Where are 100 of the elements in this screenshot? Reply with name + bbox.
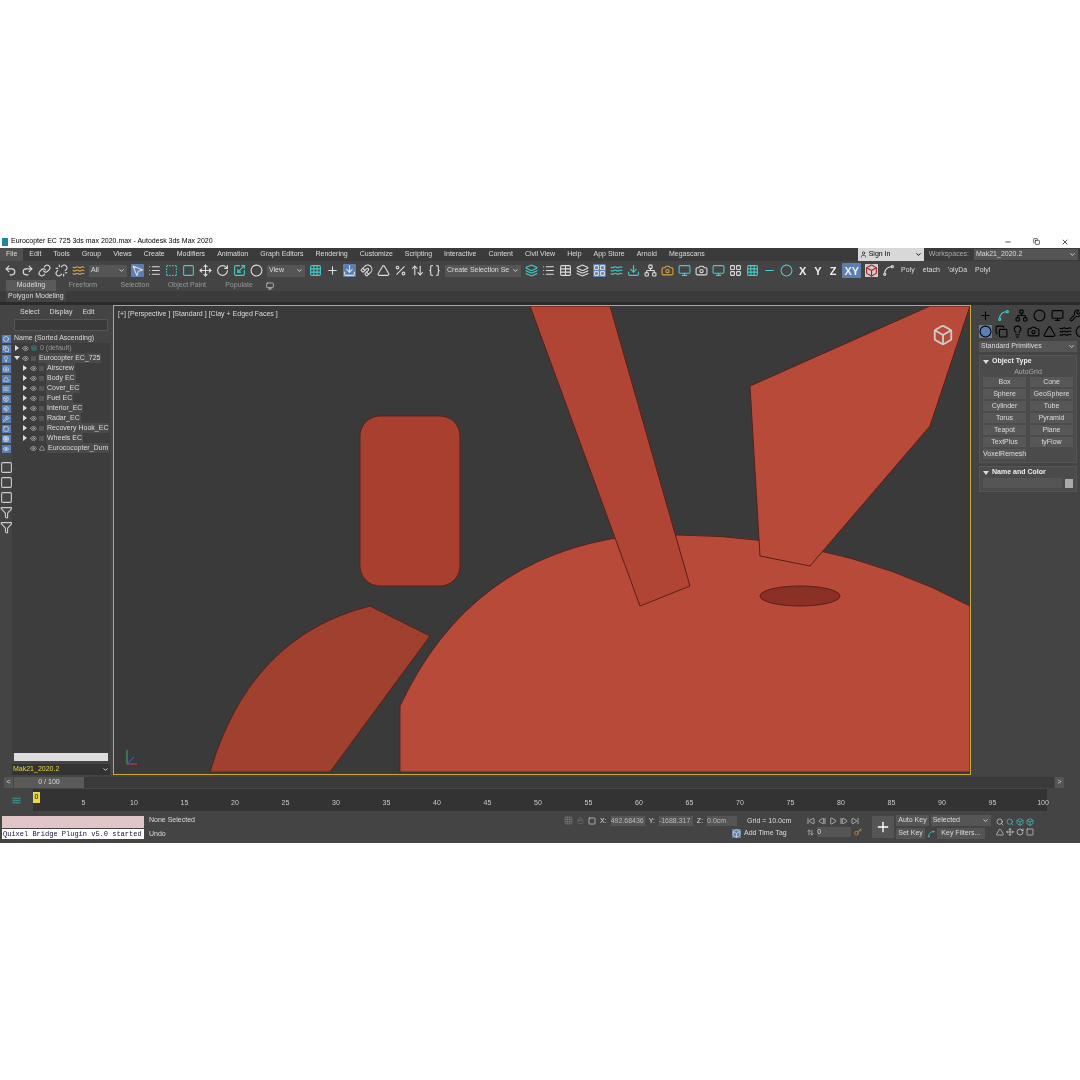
explorer-filter-icon[interactable] [1,375,11,383]
expand-arrow-icon[interactable] [14,345,20,351]
filter-icon[interactable] [0,521,13,534]
visibility-icon[interactable] [30,374,37,382]
axis-constraint-button[interactable]: X [797,263,809,278]
expand-arrow-icon[interactable] [14,355,20,361]
ribbon-options-icon[interactable] [266,281,274,290]
dashed-circle-icon[interactable] [780,264,793,277]
user-icon[interactable] [859,251,867,258]
visibility-icon[interactable] [22,344,29,352]
play-icon[interactable] [829,817,838,825]
placement-icon[interactable] [250,264,263,277]
zoom-extents-all-icon[interactable] [1025,818,1034,826]
explorer-filter-icon[interactable] [1,335,11,343]
expand-arrow-icon[interactable] [22,375,28,381]
curve-editor-icon[interactable] [610,264,623,277]
spinner-snap-icon[interactable] [411,264,424,277]
move-icon[interactable] [199,264,212,277]
expand-arrow-icon[interactable] [22,415,28,421]
visibility-icon[interactable] [30,384,37,392]
next-key-icon[interactable] [840,817,849,825]
visibility-icon[interactable] [30,444,37,452]
select-by-name-icon[interactable] [148,264,161,277]
go-to-end-icon[interactable] [851,817,860,825]
go-to-start-icon[interactable] [807,817,816,825]
visibility-icon[interactable] [30,434,37,442]
select-object-icon[interactable] [131,264,144,277]
rendered-frame-icon[interactable] [678,264,691,277]
align-icon[interactable] [542,264,555,277]
mirror-icon[interactable] [525,264,538,277]
viewcube-icon[interactable] [932,324,954,346]
ribbon-icon[interactable] [576,264,589,277]
maxscript-listener-field[interactable] [2,815,144,828]
cube-icon[interactable] [865,264,879,277]
redo-icon[interactable] [21,264,34,277]
explorer-filter-icon[interactable] [1,365,11,373]
axis-constraint-button[interactable]: Z [827,263,839,278]
container-icon[interactable] [0,476,13,489]
explorer-filter-icon[interactable] [1,415,11,423]
window-crossing-icon[interactable] [182,264,195,277]
scene-explorer-icon[interactable] [593,264,606,277]
edit-named-selection-icon[interactable] [428,264,441,277]
viewport-layout-icon[interactable] [729,264,742,277]
link-icon[interactable] [38,264,51,277]
expand-arrow-icon[interactable] [22,425,28,431]
render-icon[interactable] [695,264,708,277]
visibility-icon[interactable] [30,404,37,412]
close-icon[interactable] [1061,237,1069,246]
explorer-filter-icon[interactable] [1,445,11,453]
zoom-icon[interactable] [995,818,1004,826]
explorer-filter-icon[interactable] [1,355,11,363]
field-of-view-icon[interactable] [995,828,1004,836]
visibility-icon[interactable] [30,414,37,422]
explorer-filter-icon[interactable] [1,435,11,443]
dot-grid-icon[interactable] [746,264,759,277]
geometry-icon[interactable] [979,325,992,338]
maximize-viewport-icon[interactable] [1025,828,1034,836]
color-swatch[interactable] [1065,478,1073,488]
pivot-icon[interactable] [309,264,322,277]
restore-icon[interactable] [1033,238,1040,245]
unlink-icon[interactable] [55,264,68,277]
key-mode-icon[interactable] [807,828,815,836]
explorer-filter-icon[interactable] [1,425,11,433]
curve-icon[interactable] [882,264,896,277]
bind-space-warp-icon[interactable] [72,264,85,277]
previous-key-icon[interactable] [818,817,827,825]
expand-arrow-icon[interactable] [22,405,28,411]
orbit-icon[interactable] [1015,828,1024,836]
material-editor-icon[interactable] [644,264,657,277]
render-online-icon[interactable] [712,264,725,277]
expand-arrow-icon[interactable] [22,365,28,371]
explorer-filter-icon[interactable] [1,345,11,353]
render-setup-icon[interactable] [661,264,674,277]
hierarchy-icon[interactable] [0,491,13,504]
axis-constraint-button[interactable]: Y [812,263,824,278]
layer-icon[interactable] [0,461,13,474]
filter-icon[interactable] [0,506,13,519]
scale-icon[interactable] [233,264,246,277]
layer-explorer-icon[interactable] [559,264,572,277]
angle-snap-icon[interactable] [377,264,390,277]
explorer-filter-icon[interactable] [1,385,11,393]
axis-constraint-button[interactable]: XY [842,263,862,278]
time-tag-icon[interactable] [732,828,741,838]
time-configuration-icon[interactable] [854,828,863,836]
expand-arrow-icon[interactable] [22,395,28,401]
collapse-arrow-icon[interactable] [983,358,989,365]
zoom-all-icon[interactable] [1005,818,1014,826]
keyboard-shortcut-icon[interactable] [343,264,356,277]
rotate-icon[interactable] [216,264,229,277]
snap-icon[interactable] [360,264,373,277]
visibility-icon[interactable] [30,424,37,432]
explorer-filter-icon[interactable] [1,395,11,403]
horizontal-scrollbar[interactable] [14,753,108,761]
visibility-icon[interactable] [30,364,37,372]
curve-editor-icon[interactable] [12,795,21,805]
expand-arrow-icon[interactable] [22,385,28,391]
explorer-filter-icon[interactable] [1,405,11,413]
pan-icon[interactable] [1005,828,1014,836]
default-tangent-icon[interactable] [926,829,935,838]
visibility-icon[interactable] [22,354,29,362]
